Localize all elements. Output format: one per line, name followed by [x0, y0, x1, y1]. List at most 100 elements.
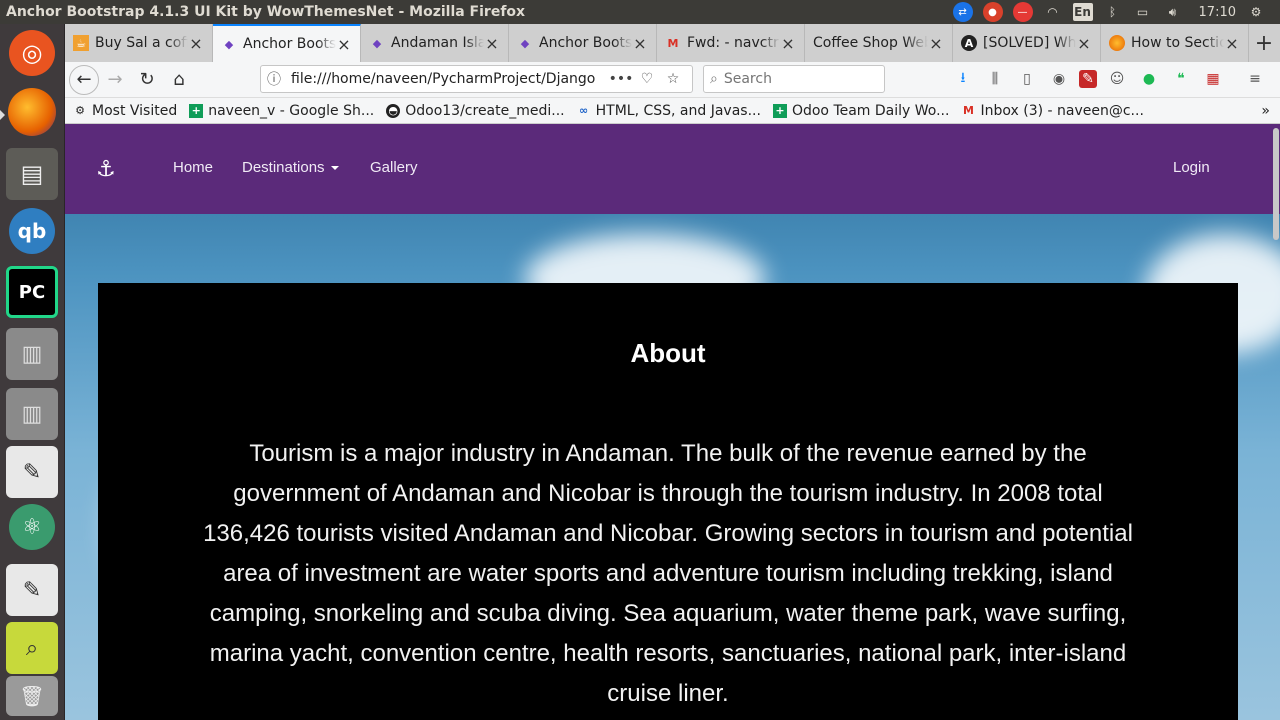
teamviewer-icon[interactable]: ⇄ — [952, 2, 973, 22]
firefox-icon[interactable] — [8, 88, 56, 136]
chevron-right-icon[interactable]: » — [1261, 103, 1280, 119]
about-section: About Tourism is a major industry in And… — [98, 283, 1238, 720]
bookmark-label: Most Visited — [92, 102, 178, 119]
system-top-bar: Anchor Bootstrap 4.1.3 UI Kit by WowThem… — [0, 0, 1280, 24]
pocket-icon[interactable]: ♡ — [634, 71, 660, 87]
wifi-icon[interactable]: ◠ — [1043, 3, 1063, 21]
tab-label: How to Section — [1131, 35, 1224, 51]
bookmark-odoo-team[interactable]: + Odoo Team Daily Wo... — [772, 102, 950, 119]
page-actions-icon[interactable]: ••• — [608, 71, 634, 87]
extension-icon[interactable]: ☺ — [1105, 67, 1129, 91]
sidebar-icon[interactable]: ▯ — [1015, 67, 1039, 91]
gmail-icon: M — [962, 104, 974, 117]
download-icon[interactable]: ⭳ — [951, 67, 975, 91]
tab-label: Anchor Bootstrap — [243, 36, 336, 52]
bookmark-most-visited[interactable]: ⚙ Most Visited — [73, 103, 177, 119]
system-tray: ⇄ ● — ◠ En ᛒ ▭ 🔊︎ 17:10 ⚙ — [952, 2, 1280, 22]
back-button[interactable]: ← — [69, 64, 99, 95]
bookmark-google-sheets[interactable]: + naveen_v - Google Sh... — [189, 103, 374, 119]
close-icon[interactable]: × — [928, 34, 944, 53]
extension-icon[interactable]: ● — [1137, 67, 1161, 91]
search-tool-icon[interactable]: ⌕ — [6, 622, 58, 674]
tab-label: [SOLVED] Why — [983, 35, 1076, 51]
trash-icon[interactable]: 🗑︎ — [6, 676, 58, 716]
anchor-logo-icon[interactable]: ⚓︎ — [96, 156, 116, 182]
bluetooth-icon[interactable]: ᛒ — [1103, 3, 1123, 21]
text-editor-icon[interactable]: ✎ — [6, 446, 58, 498]
info-icon[interactable]: ⓘ — [267, 69, 285, 89]
chromium-icon[interactable]: ● — [982, 2, 1003, 22]
running-indicator-icon — [0, 110, 5, 120]
caret-down-icon — [330, 166, 339, 171]
new-tab-button[interactable]: + — [1249, 24, 1279, 62]
search-bar[interactable]: ⌕ — [703, 65, 885, 93]
library-icon[interactable]: ⫼ — [983, 67, 1007, 91]
gear-icon[interactable]: ⚙ — [1246, 3, 1266, 21]
menu-icon[interactable]: ≡ — [1243, 67, 1267, 91]
nav-destinations-dropdown[interactable]: Destinations — [242, 159, 339, 176]
tab-buy-sal-a-coffee[interactable]: ☕︎ Buy Sal a coffee × — [65, 24, 213, 62]
files-icon[interactable]: ▤ — [6, 148, 58, 200]
tab-how-to-section[interactable]: How to Section × — [1101, 24, 1249, 62]
tab-label: Fwd: - navctr — [687, 35, 779, 51]
drive-icon[interactable]: ▥ — [6, 388, 58, 440]
bookmark-html-css[interactable]: ∞ HTML, CSS, and Javas... — [577, 103, 761, 119]
tab-label: Andaman Island — [391, 35, 484, 51]
extension-icon[interactable]: ▦ — [1201, 67, 1225, 91]
close-icon[interactable]: × — [632, 34, 648, 53]
reload-button[interactable]: ↻ — [131, 64, 163, 96]
toolbar-extensions: ⭳ ⫼ ▯ ◉ ✎ ☺ ● ❝ ▦ ≡ — [951, 65, 1267, 93]
sheets-icon: + — [772, 103, 787, 118]
keyboard-layout[interactable]: En — [1072, 3, 1093, 21]
pycharm-icon[interactable]: PC — [6, 266, 58, 318]
atom-icon[interactable]: ⚛ — [9, 504, 55, 550]
close-icon[interactable]: × — [336, 35, 352, 54]
tab-andaman-island[interactable]: ◆ Andaman Island × — [361, 24, 509, 62]
close-icon[interactable]: × — [484, 34, 500, 53]
tab-label: Coffee Shop Web — [813, 35, 928, 51]
account-icon[interactable]: ◉ — [1047, 67, 1071, 91]
tab-coffee-shop[interactable]: Coffee Shop Web × — [805, 24, 953, 62]
url-bar[interactable]: ⓘ file:///home/naveen/PycharmProject/Dja… — [260, 65, 693, 93]
tab-anchor-bootstrap-active[interactable]: ◆ Anchor Bootstrap × — [213, 24, 361, 62]
ubuntu-dash-icon[interactable]: ◎ — [9, 30, 55, 76]
search-input[interactable] — [723, 71, 864, 87]
search-icon: ⌕ — [710, 71, 718, 87]
bookmark-label: Inbox (3) - naveen@c... — [980, 102, 1144, 119]
hangouts-icon[interactable]: ❝ — [1169, 67, 1193, 91]
bookmark-github[interactable]: ◓ Odoo13/create_medi... — [386, 102, 565, 119]
scrollbar[interactable] — [1270, 124, 1280, 720]
tab-anchor-bootstrap[interactable]: ◆ Anchor Bootstrap × — [509, 24, 657, 62]
nav-login-link[interactable]: Login — [1173, 159, 1210, 176]
battery-icon[interactable]: ▭ — [1133, 3, 1153, 21]
close-icon[interactable]: × — [1076, 34, 1092, 53]
tab-solved[interactable]: A [SOLVED] Why × — [953, 24, 1101, 62]
bookmark-star-icon[interactable]: ☆ — [660, 71, 686, 87]
url-text[interactable]: file:///home/naveen/PycharmProject/Djang… — [285, 71, 608, 87]
drive-icon[interactable]: ▥ — [6, 328, 58, 380]
nav-gallery-link[interactable]: Gallery — [370, 159, 418, 176]
window-title: Anchor Bootstrap 4.1.3 UI Kit by WowThem… — [6, 4, 526, 20]
tab-gmail-fwd[interactable]: M Fwd: - navctr × — [657, 24, 805, 62]
volume-icon[interactable]: 🔊︎ — [1163, 3, 1183, 21]
gear-icon: ⚙ — [75, 104, 85, 117]
bookmark-inbox[interactable]: M Inbox (3) - naveen@c... — [961, 102, 1144, 119]
bookmark-label: Odoo Team Daily Wo... — [791, 102, 950, 119]
do-not-disturb-icon[interactable]: — — [1012, 2, 1033, 22]
close-icon[interactable]: × — [1224, 34, 1240, 53]
nav-home-link[interactable]: Home — [173, 159, 213, 176]
cup-icon: ☕︎ — [73, 35, 89, 51]
close-icon[interactable]: × — [780, 34, 796, 53]
qbittorrent-icon[interactable]: qb — [9, 208, 55, 254]
home-button[interactable]: ⌂ — [163, 64, 195, 96]
extension-icon[interactable]: ✎ — [1079, 70, 1097, 88]
tab-strip: ☕︎ Buy Sal a coffee × ◆ Anchor Bootstrap… — [65, 24, 1280, 62]
text-editor-icon[interactable]: ✎ — [6, 564, 58, 616]
close-icon[interactable]: × — [188, 34, 204, 53]
clock[interactable]: 17:10 — [1199, 5, 1236, 20]
firefox-window: ☕︎ Buy Sal a coffee × ◆ Anchor Bootstrap… — [65, 24, 1280, 720]
bookmark-label: Odoo13/create_medi... — [405, 102, 565, 119]
scrollbar-thumb[interactable] — [1273, 128, 1279, 240]
forward-button[interactable]: → — [99, 64, 131, 96]
sheets-icon: + — [189, 103, 204, 118]
